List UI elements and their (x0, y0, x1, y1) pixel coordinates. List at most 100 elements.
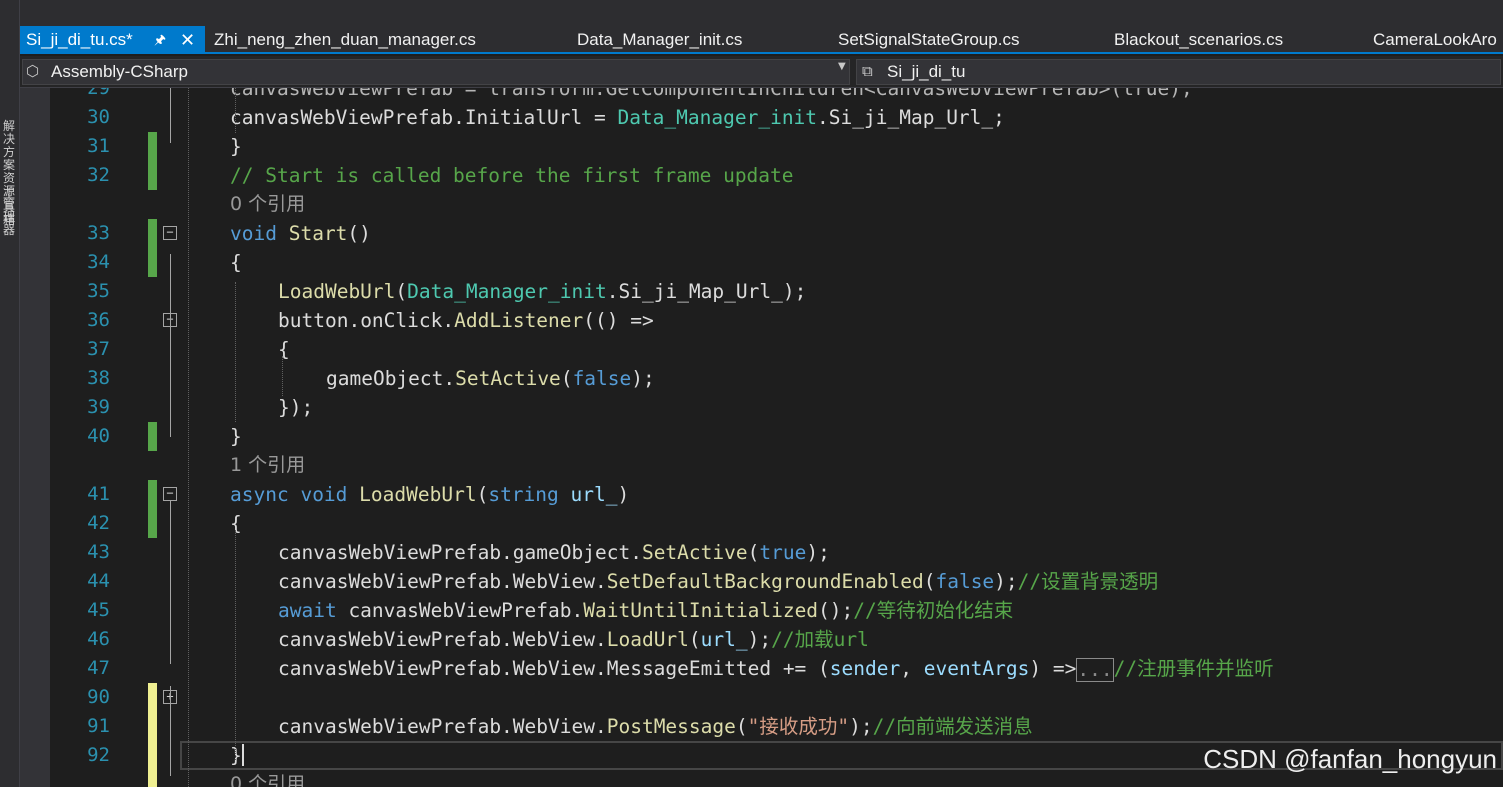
code-token: ( (923, 570, 936, 593)
indent-guide (188, 88, 189, 787)
reference-count-link[interactable]: 1 个引用 (230, 451, 305, 480)
reference-count-link[interactable]: 0 个引用 (230, 770, 305, 787)
code-token: (); (818, 599, 854, 622)
line-number: 44 (87, 570, 110, 592)
code-token: . (817, 106, 829, 129)
line-number: 45 (87, 599, 110, 621)
fold-guide (170, 88, 171, 143)
code-token: url_ (570, 483, 618, 506)
code-token: ); (849, 715, 873, 738)
tab-data-manager-init[interactable]: Data_Manager_init.cs (577, 26, 742, 54)
tab-camera-look-around[interactable]: CameraLookAro (1373, 26, 1497, 54)
project-dropdown[interactable]: ⬡ Assembly-CSharp ▼ (22, 59, 850, 85)
code-token: canvasWebViewPrefab. (336, 599, 584, 622)
code-line[interactable]: 33 − void Start() (20, 219, 1503, 248)
code-token: ); (806, 541, 830, 564)
code-token: void (230, 222, 277, 245)
code-line[interactable]: 32 // Start is called before the first fr… (20, 161, 1503, 190)
toolbox-tab[interactable]: 工具箱 (3, 188, 17, 227)
code-line[interactable]: 41 − async void LoadWebUrl(string url_) (20, 480, 1503, 509)
code-token: . (453, 106, 465, 129)
saved-change-marker (148, 480, 157, 509)
code-token: (() => (583, 309, 654, 332)
code-line[interactable]: 45 await canvasWebViewPrefab.WaitUntilIni… (20, 596, 1503, 625)
code-token: canvasWebViewPrefab.WebView. (278, 628, 607, 651)
code-token: url_ (700, 628, 748, 651)
line-number: 42 (87, 512, 110, 534)
code-token: gameObject. (326, 367, 456, 390)
saved-change-marker (148, 161, 157, 190)
code-token: ) => (1029, 657, 1077, 680)
collapsed-region-button[interactable]: ... (1076, 657, 1114, 682)
collapse-icon[interactable]: − (163, 487, 177, 501)
code-token: async (230, 483, 289, 506)
code-line[interactable]: 36−button.onClick.AddListener(() => (20, 306, 1503, 335)
code-token: false (935, 570, 995, 593)
reference-count-link[interactable]: 0 个引用 (230, 190, 305, 219)
code-line[interactable]: 46 canvasWebViewPrefab.WebView.LoadUrl(ur… (20, 625, 1503, 654)
line-number: 35 (87, 280, 110, 302)
tab-zhi-neng-zhen-duan-manager[interactable]: Zhi_neng_zhen_duan_manager.cs (214, 26, 476, 54)
code-token: .Si_ji_Map_Url_); (606, 280, 807, 303)
code-text: } (230, 741, 244, 770)
code-token: Data_Manager_init (407, 280, 607, 303)
code-token: { (278, 338, 290, 361)
code-line[interactable]: 37 { (20, 335, 1503, 364)
code-token: ( (735, 715, 748, 738)
pin-icon[interactable]: 🖈︎ (154, 26, 166, 54)
line-number: 38 (87, 367, 110, 389)
tab-si-ji-di-tu[interactable]: Si_ji_di_tu.cs* 🖈︎ ✕ (20, 26, 205, 54)
collapse-icon[interactable]: − (163, 226, 177, 240)
unsaved-change-marker (148, 712, 157, 741)
code-line[interactable]: 39}); (20, 393, 1503, 422)
type-dropdown[interactable]: ⧉ Si_ji_di_tu (856, 59, 1501, 85)
code-text: canvasWebViewPrefab.WebView.MessageEmitt… (278, 654, 1274, 683)
code-editor[interactable]: 29 canvasWebViewPrefab = transform.GetCom… (20, 88, 1503, 787)
code-token: .onClick. (348, 309, 455, 332)
code-text: } (230, 422, 242, 451)
code-line[interactable]: 40} (20, 422, 1503, 451)
code-text: { (230, 248, 242, 277)
code-line[interactable]: 30 canvasWebViewPrefab.InitialUrl = Data_… (20, 103, 1503, 132)
code-text: LoadWebUrl(Data_Manager_init.Si_ji_Map_U… (278, 277, 806, 306)
code-text: canvasWebViewPrefab = transform.GetCompo… (230, 88, 1193, 103)
tab-set-signal-state-group[interactable]: SetSignalStateGroup.cs (838, 26, 1019, 54)
indent-guide (235, 530, 236, 760)
line-number: 47 (87, 657, 110, 679)
code-line[interactable]: 34 { (20, 248, 1503, 277)
code-token: ) (617, 483, 630, 506)
code-token: //加载url (771, 628, 869, 651)
code-token: } (230, 425, 242, 448)
code-token: canvasWebViewPrefab.WebView. (278, 570, 607, 593)
code-token: LoadUrl (606, 628, 689, 651)
unsaved-change-marker (148, 741, 157, 770)
code-line[interactable]: 35 LoadWebUrl(Data_Manager_init.Si_ji_Map… (20, 277, 1503, 306)
code-line[interactable]: 91 canvasWebViewPrefab.WebView.PostMessag… (20, 712, 1503, 741)
code-line[interactable]: 29 canvasWebViewPrefab = transform.GetCom… (20, 88, 1503, 103)
code-token: = (582, 106, 618, 129)
codelens-row[interactable]: 1 个引用 (20, 451, 1503, 480)
side-panel-strip: 解决方案资源管理器 工具箱 (0, 0, 20, 787)
code-token: canvasWebViewPrefab (230, 106, 454, 129)
code-line[interactable]: 31} (20, 132, 1503, 161)
code-token: () (347, 222, 371, 245)
code-token: WaitUntilInitialized (583, 599, 819, 622)
code-line[interactable]: 43 canvasWebViewPrefab.gameObject.SetActi… (20, 538, 1503, 567)
code-token: LoadWebUrl (278, 280, 396, 303)
code-line[interactable]: 90+ (20, 683, 1503, 712)
code-line[interactable]: 47 canvasWebViewPrefab.WebView.MessageEmi… (20, 654, 1503, 683)
close-icon[interactable]: ✕ (180, 26, 195, 54)
line-number: 40 (87, 425, 110, 447)
line-number: 33 (87, 222, 110, 244)
fold-guide (170, 686, 171, 776)
code-token: InitialUrl (464, 106, 583, 129)
code-line[interactable]: 44 canvasWebViewPrefab.WebView.SetDefault… (20, 567, 1503, 596)
tab-blackout-scenarios[interactable]: Blackout_scenarios.cs (1114, 26, 1283, 54)
text-caret (241, 744, 244, 766)
code-token: ( (476, 483, 489, 506)
line-number: 34 (87, 251, 110, 273)
code-token: //设置背景透明 (1017, 570, 1159, 593)
code-line[interactable]: 42{ (20, 509, 1503, 538)
code-line[interactable]: 38 gameObject.SetActive(false); (20, 364, 1503, 393)
codelens-row[interactable]: 0 个引用 (20, 190, 1503, 219)
